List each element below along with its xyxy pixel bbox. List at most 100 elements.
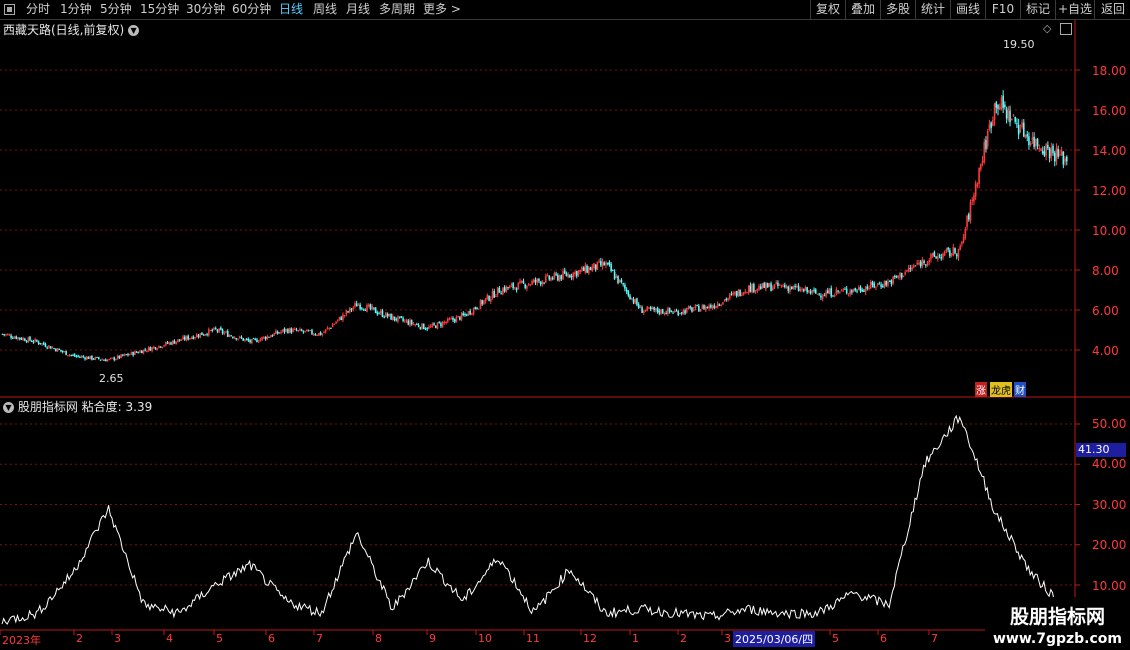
candle-body	[156, 348, 159, 350]
candle-body	[60, 349, 62, 352]
candle-body	[617, 275, 619, 283]
candle-body	[500, 293, 502, 295]
candle-body	[937, 256, 939, 260]
candle-body	[388, 313, 391, 316]
period-tab-daily[interactable]: 日线	[279, 0, 303, 19]
candle-body	[472, 308, 475, 315]
candle-body	[589, 267, 592, 271]
candle-body	[130, 351, 133, 355]
period-tab-2[interactable]: 1分钟	[60, 0, 92, 19]
toolbar: 分时 1分钟 5分钟 15分钟 30分钟 60分钟 日线 周线 月线 多周期 更…	[0, 0, 1130, 20]
candle-body	[1004, 104, 1006, 107]
candle-body	[17, 337, 19, 340]
candle-body	[65, 350, 67, 356]
dragon-tiger-badge[interactable]: 龙虎	[990, 382, 1012, 397]
candle-body	[51, 347, 54, 349]
candle-body	[357, 304, 360, 306]
candle-body	[213, 327, 215, 331]
add-watchlist-button[interactable]: +自选	[1055, 0, 1094, 19]
candle-body	[122, 354, 124, 356]
candle-body	[309, 330, 312, 332]
overlay-button[interactable]: 叠加	[845, 0, 880, 19]
candle-body	[930, 254, 932, 260]
price-tick: 10.00	[1092, 224, 1127, 238]
candle-body	[1064, 158, 1066, 162]
candle-body	[354, 303, 356, 307]
candle-body	[410, 320, 413, 324]
candle-body	[378, 313, 380, 315]
candle-body	[716, 303, 719, 307]
candle-body	[476, 307, 478, 309]
candle-body	[251, 339, 253, 344]
candle-body	[826, 290, 829, 294]
f10-button[interactable]: F10	[985, 0, 1020, 19]
finance-badge[interactable]: 财	[1014, 382, 1026, 397]
menu-icon[interactable]	[4, 4, 15, 15]
panel-toggle-icon[interactable]	[1060, 23, 1072, 35]
period-tab-3[interactable]: 5分钟	[100, 0, 132, 19]
limit-up-badge[interactable]: 涨	[975, 382, 987, 397]
period-tab-1[interactable]: 分时	[26, 0, 50, 19]
candle-body	[386, 313, 389, 317]
period-tab-10[interactable]: 多周期	[379, 0, 415, 19]
candle-body	[195, 334, 198, 338]
candle-body	[424, 328, 427, 330]
back-button[interactable]: 返回	[1094, 0, 1130, 19]
candle-body	[508, 285, 511, 289]
candle-body	[594, 264, 597, 270]
adjust-button[interactable]: 复权	[810, 0, 845, 19]
period-tab-5[interactable]: 30分钟	[186, 0, 225, 19]
chevron-down-icon[interactable]: ▼	[128, 25, 140, 36]
candle-body	[15, 336, 18, 339]
candle-body	[1052, 145, 1054, 154]
candle-body	[940, 256, 943, 259]
candle-body	[429, 326, 432, 328]
period-tab-6[interactable]: 60分钟	[232, 0, 271, 19]
candle-body	[701, 305, 704, 309]
candle-body	[295, 329, 298, 331]
candle-body	[565, 273, 568, 276]
chevron-down-icon[interactable]: ▼	[3, 402, 14, 413]
price-tick: 8.00	[1092, 264, 1119, 278]
candle-body	[775, 282, 778, 284]
candle-body	[802, 289, 805, 292]
candle-body	[1048, 148, 1051, 159]
candle-body	[990, 122, 992, 128]
diamond-icon[interactable]: ◇	[1043, 22, 1051, 35]
candle-body	[844, 288, 846, 290]
candle-body	[455, 316, 458, 323]
candle-body	[588, 267, 590, 274]
candle-body	[557, 274, 559, 281]
candle-body	[880, 284, 882, 287]
candle-body	[92, 358, 95, 360]
multi-stock-button[interactable]: 多股	[880, 0, 915, 19]
candle-body	[89, 355, 91, 359]
chart-canvas[interactable]	[0, 20, 1130, 650]
draw-line-button[interactable]: 画线	[950, 0, 985, 19]
candle-body	[505, 286, 508, 292]
candle-body	[178, 339, 181, 341]
candle-body	[474, 307, 477, 309]
candle-body	[998, 106, 1001, 110]
candle-body	[873, 283, 876, 288]
period-tab-8[interactable]: 周线	[313, 0, 337, 19]
time-label: 9	[429, 632, 436, 645]
candle-body	[1021, 121, 1023, 128]
candle-body	[882, 286, 884, 288]
candle-body	[486, 294, 489, 300]
time-label: 1	[632, 632, 639, 645]
stats-button[interactable]: 统计	[915, 0, 950, 19]
candle-body	[1041, 150, 1044, 154]
candle-body	[980, 163, 982, 170]
candle-body	[754, 290, 757, 292]
time-label: 8	[375, 632, 382, 645]
candle-body	[488, 295, 490, 301]
mark-button[interactable]: 标记	[1020, 0, 1055, 19]
candle-body	[385, 312, 387, 318]
candle-body	[820, 295, 822, 298]
candle-body	[524, 284, 526, 288]
more-menu[interactable]: 更多 >	[423, 0, 461, 19]
period-tab-4[interactable]: 15分钟	[140, 0, 179, 19]
candle-body	[46, 347, 49, 349]
period-tab-9[interactable]: 月线	[346, 0, 370, 19]
